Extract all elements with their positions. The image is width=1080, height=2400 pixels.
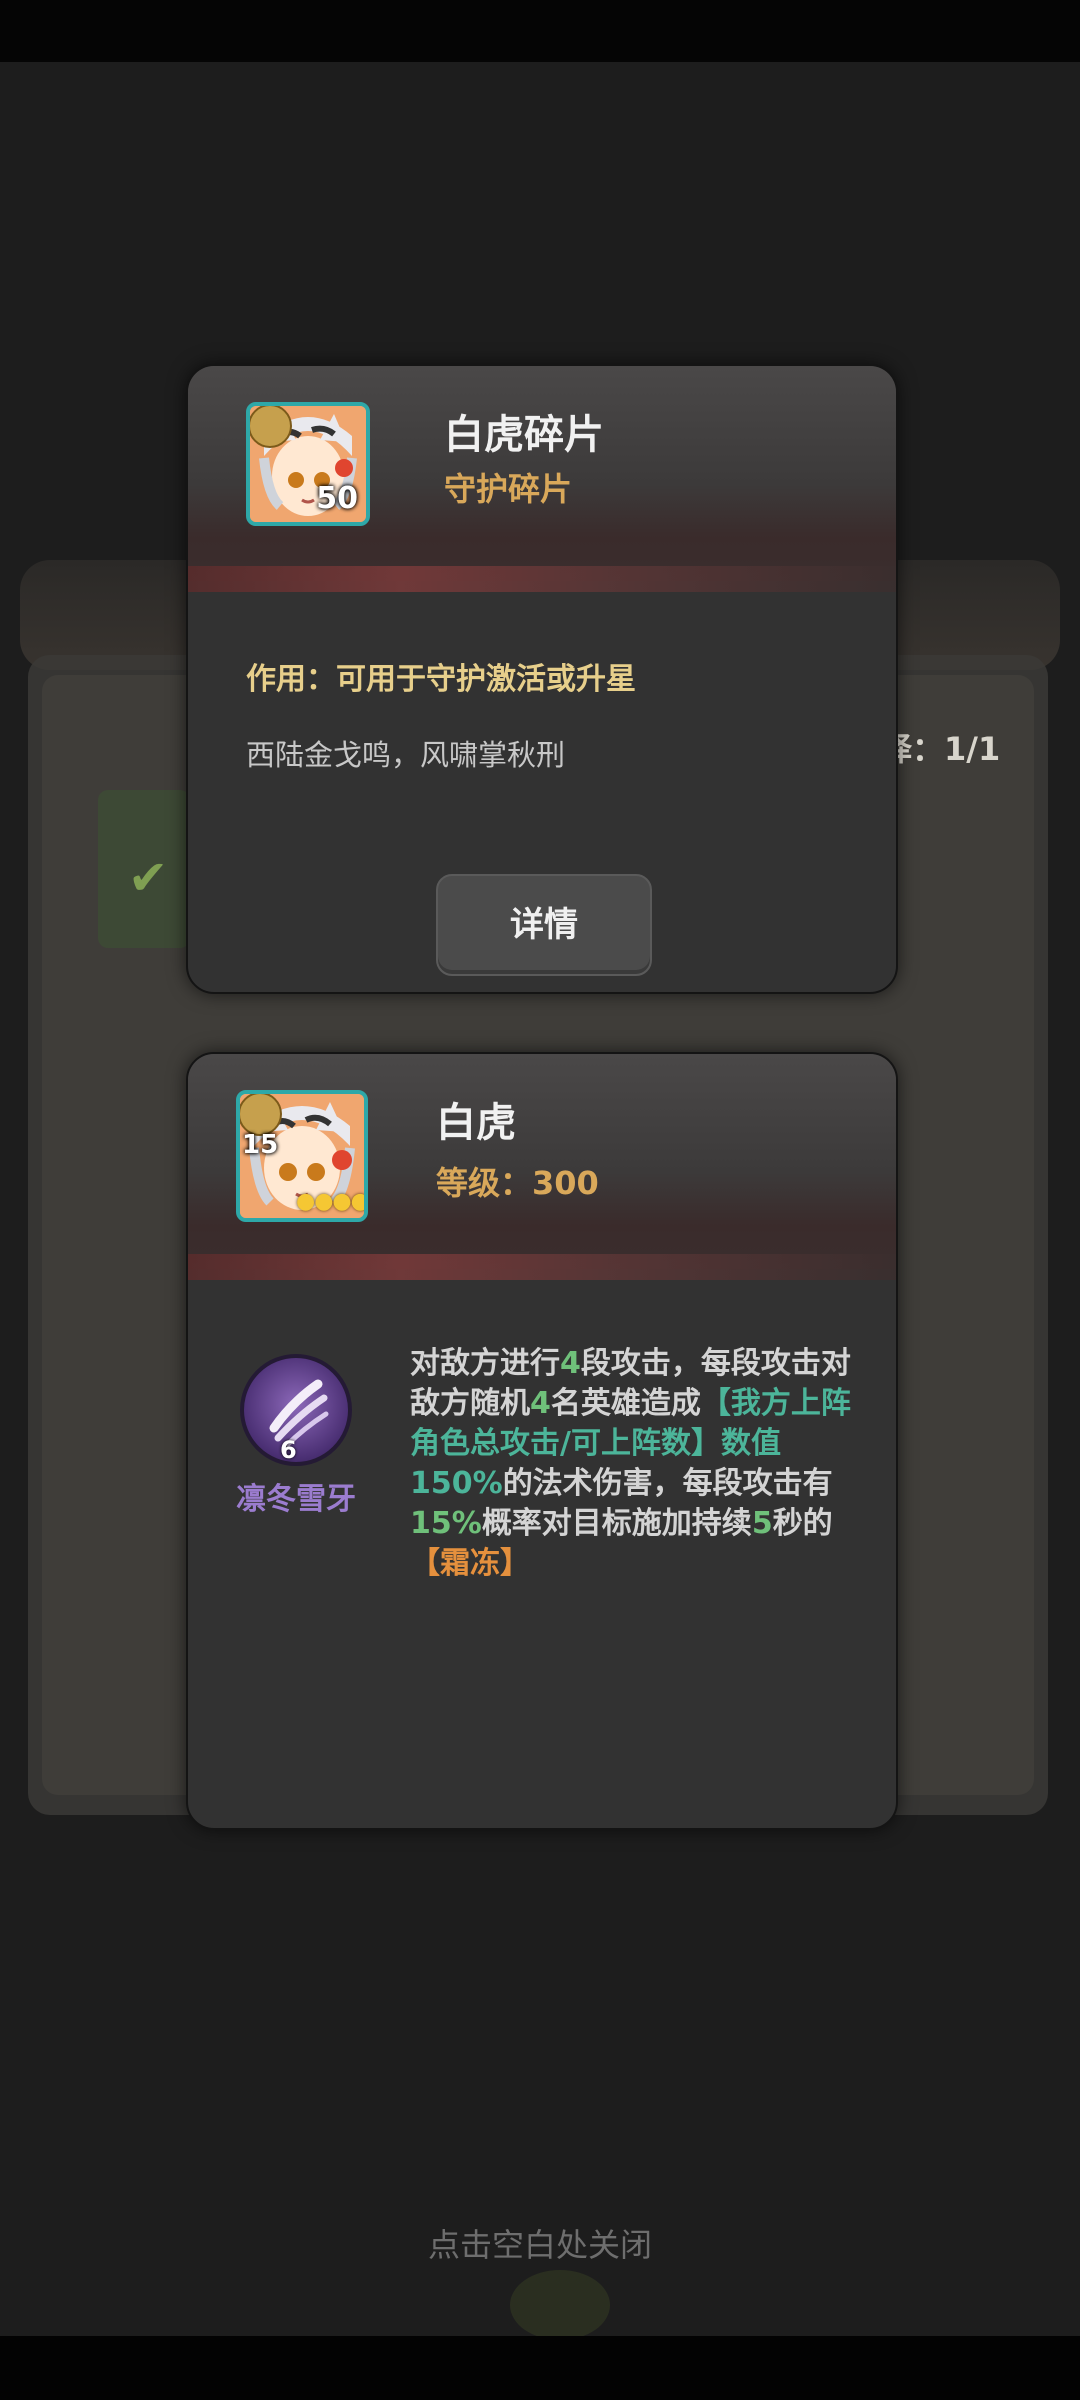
detail-button[interactable]: 详情 (436, 874, 652, 976)
fragment-count: 50 (316, 481, 358, 516)
navigation-bar (0, 2336, 1080, 2400)
skill-description: 对敌方进行4段攻击，每段攻击对敌方随机4名英雄造成【我方上阵角色总攻击/可上阵数… (410, 1346, 851, 1581)
skill-name: 凛冬雪牙 (236, 1482, 356, 1517)
decorative-swirl (510, 2270, 610, 2340)
status-bar (0, 0, 1080, 62)
fragment-portrait: 50 (246, 402, 370, 526)
hero-portrait: 15 ●●●●● (236, 1090, 368, 1222)
item-flavor-text: 西陆金戈鸣，风啸掌秋刑 (246, 738, 566, 772)
close-hint[interactable]: 点击空白处关闭 (0, 2220, 1080, 2266)
hero-level: 等级：300 (436, 1164, 599, 1202)
faction-emblem-icon (250, 406, 292, 448)
item-info-card: 50 白虎碎片 守护碎片 作用：可用于守护激活或升星 西陆金戈鸣，风啸掌秋刑 详… (186, 364, 898, 994)
item-type: 守护碎片 (444, 470, 573, 508)
item-usage: 作用：可用于守护激活或升星 (246, 662, 636, 697)
hero-info-card: 15 ●●●●● 白虎 等级：300 6 凛冬雪牙 对敌方进行4段攻击，每段攻击… (186, 1052, 898, 1830)
hero-badge-level: 15 (242, 1130, 279, 1160)
check-icon: ✔ (128, 850, 169, 906)
hero-name: 白虎 (436, 1100, 516, 1146)
item-name: 白虎碎片 (444, 412, 604, 458)
background-count: 择：1/1 (880, 730, 1001, 768)
skill-level: 6 (280, 1436, 297, 1464)
star-rating: ●●●●● (296, 1189, 368, 1214)
